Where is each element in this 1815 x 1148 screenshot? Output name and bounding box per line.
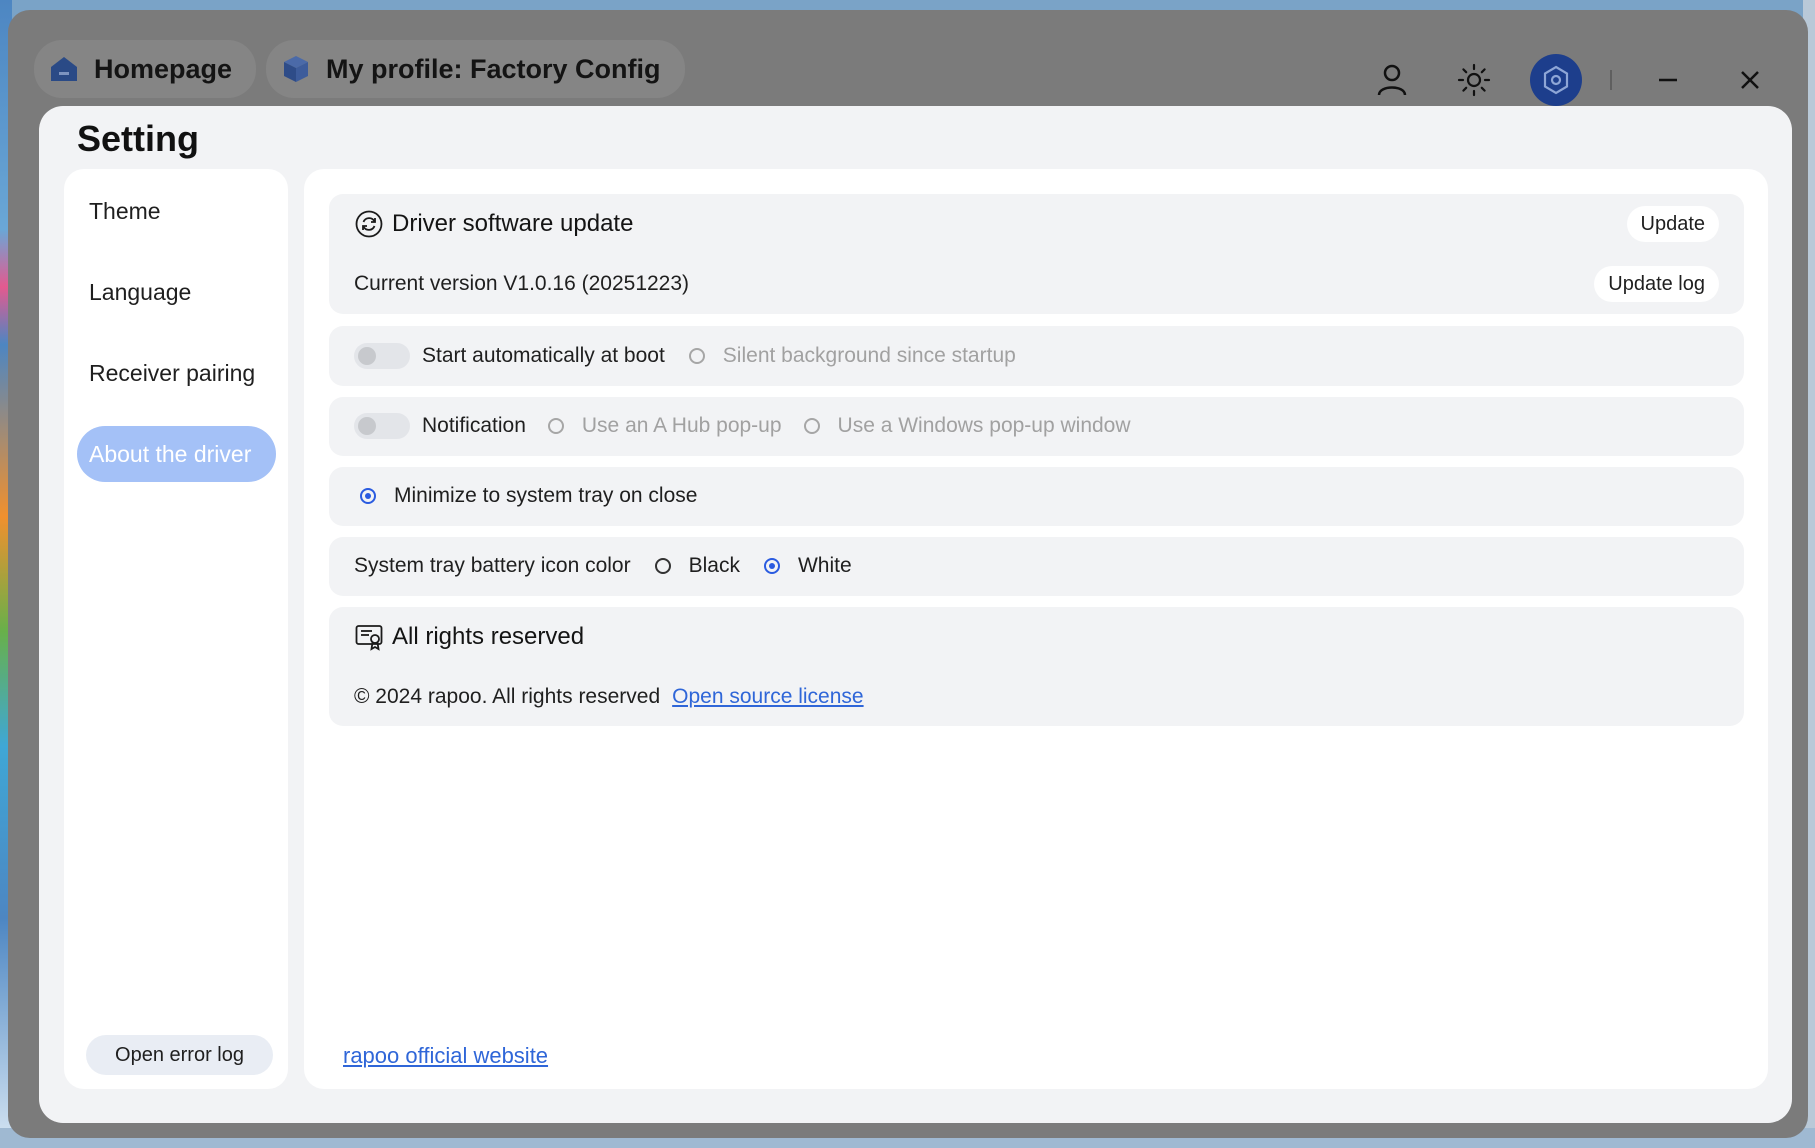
a-hub-popup-label: Use an A Hub pop-up	[581, 414, 782, 437]
sidebar-item-label: Language	[89, 278, 192, 305]
notification-setting-card: Notification Use an A Hub pop-up Use a W…	[329, 397, 1744, 456]
close-button[interactable]	[1724, 54, 1776, 106]
battery-color-black-label: Black	[688, 554, 740, 577]
update-button[interactable]: Update	[1626, 206, 1719, 242]
sidebar-item-label: Theme	[89, 197, 161, 224]
tab-label: Homepage	[94, 53, 233, 84]
silent-background-label: Silent background since startup	[722, 344, 1016, 367]
minimize-to-tray-radio[interactable]	[360, 488, 376, 504]
boot-setting-row: Start automatically at boot Silent backg…	[354, 342, 1016, 370]
battery-color-white-radio[interactable]	[763, 558, 780, 574]
copyright-text: © 2024 rapoo. All rights reserved	[354, 685, 661, 708]
boot-setting-card: Start automatically at boot Silent backg…	[329, 326, 1744, 386]
sidebar-item-receiver-pairing[interactable]: Receiver pairing	[77, 345, 276, 401]
user-account-button[interactable]	[1366, 54, 1418, 106]
battery-color-white-label: White	[797, 554, 852, 577]
minimize-to-tray-label: Minimize to system tray on close	[394, 484, 698, 507]
current-version-row: Current version V1.0.16 (20251223)	[354, 270, 689, 298]
open-error-log-button[interactable]: Open error log	[86, 1035, 273, 1075]
title-bar: Homepage My profile: Factory Config	[8, 10, 1808, 106]
rights-card: All rights reserved © 2024 rapoo. All ri…	[329, 607, 1744, 726]
titlebar-divider	[1610, 70, 1612, 90]
tray-setting-row: Minimize to system tray on close	[360, 482, 697, 510]
start-at-boot-toggle[interactable]	[354, 343, 410, 369]
certificate-icon	[355, 625, 383, 651]
windows-popup-label: Use a Windows pop-up window	[837, 414, 1131, 437]
driver-update-title: Driver software update	[392, 210, 634, 237]
silent-background-radio[interactable]	[688, 348, 705, 364]
driver-update-heading: Driver software update	[354, 208, 633, 240]
tab-my-profile[interactable]: My profile: Factory Config	[266, 40, 685, 98]
minimize-button[interactable]	[1642, 54, 1694, 106]
notification-toggle[interactable]	[354, 413, 410, 439]
copyright-row: © 2024 rapoo. All rights reserved Open s…	[354, 683, 864, 711]
battery-color-label: System tray battery icon color	[354, 554, 631, 577]
notification-setting-row: Notification Use an A Hub pop-up Use a W…	[354, 412, 1131, 440]
official-website-link[interactable]: rapoo official website	[343, 1043, 548, 1069]
sun-icon	[1457, 63, 1491, 97]
open-source-license-link[interactable]: Open source license	[672, 685, 863, 709]
sidebar-item-label: Receiver pairing	[89, 359, 256, 386]
settings-sidebar: Theme Language Receiver pairing About th…	[64, 169, 288, 1089]
tab-label: My profile: Factory Config	[326, 53, 661, 84]
battery-color-row: System tray battery icon color Black Whi…	[354, 552, 852, 580]
dialog-title: Setting	[77, 118, 199, 159]
a-hub-popup-radio[interactable]	[547, 418, 564, 434]
update-log-button[interactable]: Update log	[1594, 266, 1719, 302]
battery-color-card: System tray battery icon color Black Whi…	[329, 537, 1744, 596]
refresh-icon	[355, 210, 383, 238]
user-icon	[1377, 64, 1407, 96]
tab-homepage[interactable]: Homepage	[34, 40, 257, 98]
sidebar-item-label: About the driver	[89, 440, 252, 467]
current-version-text: Current version V1.0.16 (20251223)	[354, 272, 690, 295]
sidebar-item-language[interactable]: Language	[77, 264, 276, 320]
rights-heading: All rights reserved	[354, 621, 584, 653]
theme-brightness-button[interactable]	[1448, 54, 1500, 106]
app-window: Homepage My profile: Factory Config Sett…	[8, 10, 1808, 1138]
tray-setting-card: Minimize to system tray on close	[329, 467, 1744, 526]
about-content-panel: Driver software update Update Current ve…	[304, 169, 1768, 1089]
cube-icon	[284, 56, 308, 82]
sidebar-item-theme[interactable]: Theme	[77, 183, 276, 239]
settings-dialog: Setting Theme Language Receiver pairing …	[39, 106, 1792, 1123]
windows-popup-radio[interactable]	[803, 418, 820, 434]
rights-title: All rights reserved	[392, 623, 585, 650]
minimize-icon	[1659, 78, 1677, 82]
close-icon	[1741, 71, 1759, 89]
sidebar-item-about-the-driver[interactable]: About the driver	[77, 426, 276, 482]
notification-label: Notification	[422, 414, 526, 437]
start-at-boot-label: Start automatically at boot	[422, 344, 665, 367]
website-footer: rapoo official website	[343, 1042, 548, 1070]
settings-hexagon-icon	[1543, 65, 1569, 95]
battery-color-black-radio[interactable]	[654, 558, 671, 574]
home-icon	[51, 57, 77, 81]
settings-button[interactable]	[1530, 54, 1582, 106]
driver-update-card: Driver software update Update Current ve…	[329, 194, 1744, 314]
